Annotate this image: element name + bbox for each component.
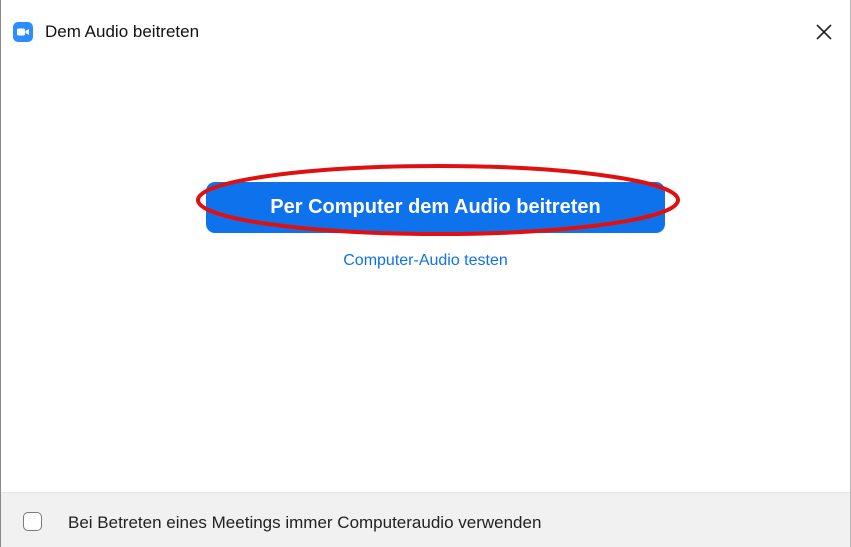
- always-use-computer-audio-label[interactable]: Bei Betreten eines Meetings immer Comput…: [68, 512, 541, 534]
- close-button[interactable]: [806, 14, 842, 50]
- join-audio-dialog: Dem Audio beitreten Per Computer dem Aud…: [0, 0, 851, 547]
- title-bar: Dem Audio beitreten: [1, 0, 850, 62]
- camera-glyph: [17, 28, 29, 36]
- dialog-content: Per Computer dem Audio beitreten Compute…: [1, 62, 850, 492]
- dialog-footer: Bei Betreten eines Meetings immer Comput…: [1, 492, 850, 547]
- join-computer-audio-button[interactable]: Per Computer dem Audio beitreten: [206, 182, 665, 233]
- close-icon: [816, 24, 832, 40]
- zoom-app-icon: [13, 22, 33, 42]
- test-computer-audio-link[interactable]: Computer-Audio testen: [1, 252, 850, 270]
- window-title: Dem Audio beitreten: [45, 22, 200, 41]
- always-use-computer-audio-checkbox[interactable]: [23, 512, 42, 531]
